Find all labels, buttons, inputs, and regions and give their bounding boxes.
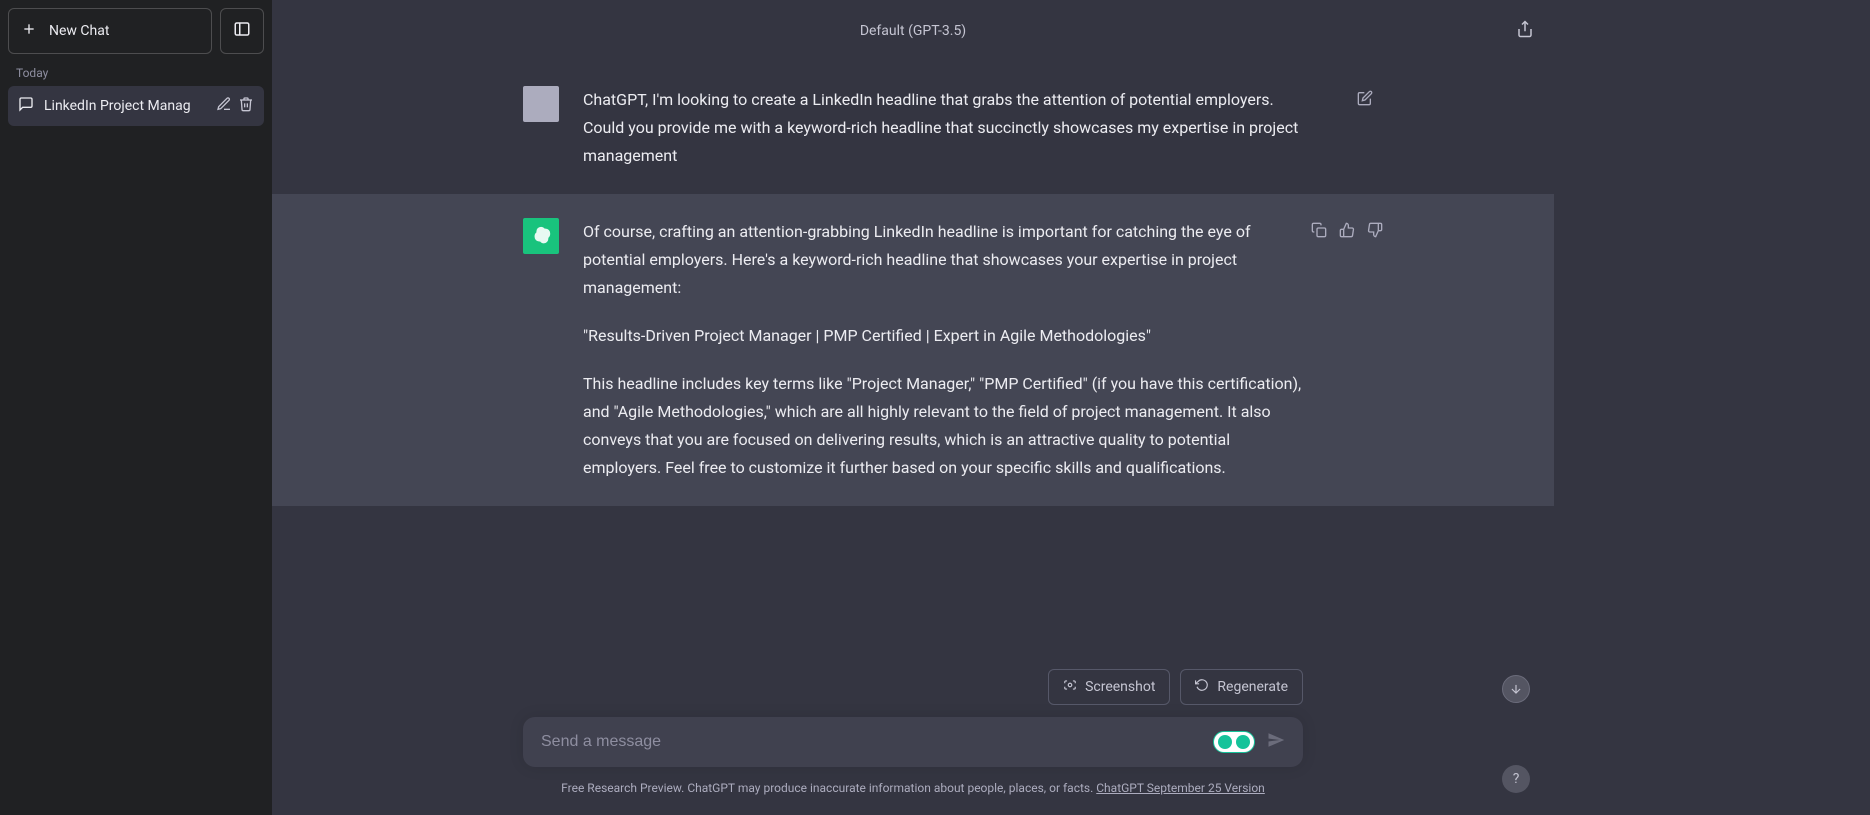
- assistant-message-text: Of course, crafting an attention-grabbin…: [583, 218, 1303, 482]
- sidebar-chat-item[interactable]: LinkedIn Project Manag: [8, 86, 264, 126]
- assistant-paragraph-3: This headline includes key terms like "P…: [583, 370, 1303, 482]
- screenshot-button[interactable]: Screenshot: [1048, 669, 1170, 705]
- edit-message-icon[interactable]: [1357, 90, 1373, 110]
- action-row: Screenshot Regenerate: [503, 669, 1323, 705]
- model-label: Default (GPT-3.5): [860, 23, 966, 39]
- new-chat-button[interactable]: New Chat: [8, 8, 212, 54]
- chat-icon: [18, 96, 34, 116]
- new-chat-label: New Chat: [49, 23, 109, 39]
- scroll-to-bottom-button[interactable]: [1502, 675, 1530, 703]
- help-button[interactable]: ?: [1502, 765, 1530, 793]
- share-button[interactable]: [1516, 20, 1534, 42]
- user-message-text: ChatGPT, I'm looking to create a LinkedI…: [583, 86, 1303, 170]
- assistant-paragraph-2: "Results-Driven Project Manager | PMP Ce…: [583, 322, 1303, 350]
- disclaimer-text: Free Research Preview. ChatGPT may produ…: [561, 781, 1096, 795]
- regenerate-icon: [1195, 678, 1209, 696]
- thumbs-down-icon[interactable]: [1367, 222, 1383, 242]
- header: Default (GPT-3.5): [272, 0, 1554, 62]
- thumbs-up-icon[interactable]: [1339, 222, 1355, 242]
- grammarly-dot-icon: [1218, 735, 1232, 749]
- user-avatar: [523, 86, 559, 122]
- assistant-avatar: [523, 218, 559, 254]
- main: Default (GPT-3.5) ChatGPT, I'm looking t…: [272, 0, 1554, 815]
- sidebar-section-today: Today: [8, 54, 264, 86]
- assistant-paragraph-1: Of course, crafting an attention-grabbin…: [583, 218, 1303, 302]
- message-input-box: [523, 717, 1303, 767]
- screenshot-label: Screenshot: [1085, 679, 1155, 695]
- sidebar: New Chat Today LinkedIn Project Manag: [0, 0, 272, 815]
- assistant-message: Of course, crafting an attention-grabbin…: [272, 194, 1554, 506]
- collapse-sidebar-button[interactable]: [220, 8, 264, 54]
- delete-chat-icon[interactable]: [238, 96, 254, 116]
- message-input[interactable]: [541, 733, 1201, 751]
- user-message: ChatGPT, I'm looking to create a LinkedI…: [272, 62, 1554, 194]
- edit-chat-icon[interactable]: [216, 96, 232, 116]
- plus-icon: [21, 21, 37, 41]
- user-message-actions: [1357, 90, 1373, 110]
- conversation: ChatGPT, I'm looking to create a LinkedI…: [272, 62, 1554, 669]
- grammarly-widget[interactable]: [1213, 731, 1255, 753]
- screenshot-icon: [1063, 678, 1077, 696]
- disclaimer-link[interactable]: ChatGPT September 25 Version: [1096, 781, 1265, 795]
- sidebar-top: New Chat: [8, 8, 264, 54]
- copy-icon[interactable]: [1311, 222, 1327, 242]
- regenerate-button[interactable]: Regenerate: [1180, 669, 1303, 705]
- bottom-area: Screenshot Regenerate Fr: [272, 669, 1554, 815]
- assistant-message-actions: [1311, 222, 1383, 242]
- regenerate-label: Regenerate: [1217, 679, 1288, 695]
- right-gutter: [1554, 0, 1870, 815]
- grammarly-dot-icon: [1236, 735, 1250, 749]
- disclaimer: Free Research Preview. ChatGPT may produ…: [272, 781, 1554, 795]
- send-button[interactable]: [1267, 731, 1285, 753]
- panel-icon: [233, 20, 251, 42]
- chat-item-title: LinkedIn Project Manag: [44, 98, 206, 114]
